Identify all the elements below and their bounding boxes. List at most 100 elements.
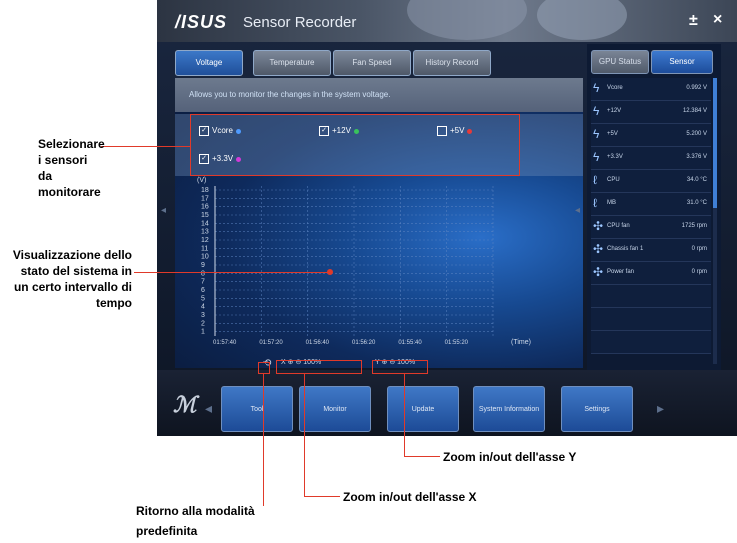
scroll-left-icon[interactable]: ◂ bbox=[161, 205, 166, 216]
close-button[interactable]: × bbox=[713, 11, 722, 29]
sensor-value: 3.376 V bbox=[686, 154, 707, 160]
y-tick-label: 17 bbox=[201, 195, 209, 202]
x-tick-label: 01:56:40 bbox=[306, 340, 330, 346]
callout-line-zoom-x-h bbox=[304, 496, 340, 497]
y-tick-label: 2 bbox=[201, 320, 205, 327]
bolt-icon: ϟ bbox=[593, 81, 600, 95]
nav-prev-icon[interactable]: ◂ bbox=[205, 400, 212, 417]
callout-box-reset bbox=[258, 362, 270, 374]
panel-arrow-icon[interactable]: ◂ bbox=[575, 205, 580, 216]
sensor-row-empty bbox=[591, 308, 711, 331]
x-tick-label: 01:56:20 bbox=[352, 340, 376, 346]
tab-voltage[interactable]: Voltage bbox=[175, 50, 243, 76]
y-tick-label: 18 bbox=[201, 187, 209, 194]
fan-icon: ✣ bbox=[593, 219, 604, 233]
sensor-name: CPU fan bbox=[607, 223, 630, 229]
y-tick-label: 11 bbox=[201, 245, 208, 252]
sensor-name: +12V bbox=[607, 108, 622, 114]
thermometer-icon: ℓ bbox=[593, 196, 597, 210]
tab-temperature[interactable]: Temperature bbox=[253, 50, 331, 76]
app-title: Sensor Recorder bbox=[243, 14, 357, 31]
sensor-value: 34.0 °C bbox=[686, 177, 707, 183]
sensor-row-vcore: ϟ Vcore 0.992 V bbox=[591, 78, 711, 101]
minimize-button[interactable]: ± bbox=[689, 12, 698, 30]
sensor-status-panel: GPU Status Sensor ϟ Vcore 0.992 V ϟ +12V 12.… bbox=[587, 44, 721, 370]
sensor-row-12v: ϟ +12V 12.384 V bbox=[591, 101, 711, 124]
sensor-row-cpu-fan: ✣ CPU fan 1725 rpm bbox=[591, 216, 711, 239]
sensor-recorder-window: /ISUS Sensor Recorder ± × Voltage Temper… bbox=[157, 0, 737, 436]
y-tick-label: 14 bbox=[201, 220, 209, 227]
callout-line-zoom-x bbox=[304, 374, 305, 496]
chart-canvas: (V)18171615141312111098765432101:57:40 01… bbox=[197, 177, 531, 346]
y-tick-label: 13 bbox=[201, 229, 209, 236]
callout-line-visualization bbox=[134, 272, 330, 273]
nav-tool-button[interactable]: Tool bbox=[221, 386, 293, 432]
fan-icon: ✣ bbox=[593, 265, 604, 279]
nav-system-information-button[interactable]: System Information bbox=[473, 386, 545, 432]
callout-box-zoom-x bbox=[276, 360, 362, 374]
annotation-visualization: Visualizzazione dello stato del sistema … bbox=[12, 248, 132, 310]
scrollbar-thumb[interactable] bbox=[713, 78, 717, 208]
bolt-icon: ϟ bbox=[593, 104, 600, 118]
sensor-row-3-3v: ϟ +3.3V 3.376 V bbox=[591, 147, 711, 170]
x-tick-label: 01:57:20 bbox=[259, 340, 283, 346]
sensor-row-mb: ℓ MB 31.0 °C bbox=[591, 193, 711, 216]
sensor-row-empty bbox=[591, 285, 711, 308]
y-tick-label: 4 bbox=[201, 304, 205, 311]
callout-line-zoom-y-h bbox=[404, 456, 440, 457]
sensor-value: 0 rpm bbox=[691, 269, 707, 275]
annotation-zoom-x: Zoom in/out dell'asse X bbox=[343, 490, 477, 504]
nav-settings-button[interactable]: Settings bbox=[561, 386, 633, 432]
sensor-value: 1725 rpm bbox=[681, 223, 707, 229]
sensor-row-cpu: ℓ CPU 34.0 °C bbox=[591, 170, 711, 193]
nav-next-icon[interactable]: ▸ bbox=[657, 400, 664, 417]
nav-update-button[interactable]: Update bbox=[387, 386, 459, 432]
sensor-name: +5V bbox=[607, 131, 618, 137]
x-tick-label: 01:57:40 bbox=[213, 340, 237, 346]
sensor-row-5v: ϟ +5V 5.200 V bbox=[591, 124, 711, 147]
sensor-name: +3.3V bbox=[607, 154, 623, 160]
sensor-row-chassis-fan-1: ✣ Chassis fan 1 0 rpm bbox=[591, 239, 711, 262]
tab-history-record[interactable]: History Record bbox=[413, 50, 491, 76]
annotation-select-sensors: Selezionare i sensori da monitorare bbox=[38, 137, 105, 199]
x-tick-label: 01:55:40 bbox=[398, 340, 422, 346]
tab-sensor[interactable]: Sensor bbox=[651, 50, 713, 74]
x-tick-label: 01:55:20 bbox=[445, 340, 469, 346]
y-axis-unit: (V) bbox=[197, 177, 206, 184]
nav-monitor-button[interactable]: Monitor bbox=[299, 386, 371, 432]
sensor-row-power-fan: ✣ Power fan 0 rpm bbox=[591, 262, 711, 285]
sensor-row-empty bbox=[591, 331, 711, 354]
sensor-name: Chassis fan 1 bbox=[607, 246, 644, 252]
title-bar-glow-2 bbox=[537, 0, 627, 40]
sensor-value: 5.200 V bbox=[686, 131, 707, 137]
callout-line-zoom-y bbox=[404, 374, 405, 456]
callout-box-zoom-y bbox=[372, 360, 428, 374]
x-axis-unit: (Time) bbox=[511, 339, 531, 346]
annotation-zoom-y: Zoom in/out dell'asse Y bbox=[443, 450, 577, 464]
sensor-name: MB bbox=[607, 200, 616, 206]
title-bar-glow bbox=[407, 0, 527, 40]
y-tick-label: 6 bbox=[201, 287, 205, 294]
asus-logo: /ISUS bbox=[175, 12, 228, 32]
y-tick-label: 7 bbox=[201, 279, 205, 286]
sensor-value: 12.384 V bbox=[682, 108, 707, 114]
y-tick-label: 9 bbox=[201, 262, 205, 269]
y-tick-label: 15 bbox=[201, 212, 209, 219]
thermometer-icon: ℓ bbox=[593, 173, 597, 187]
sensor-name: Vcore bbox=[607, 85, 623, 91]
tab-fan-speed[interactable]: Fan Speed bbox=[333, 50, 411, 76]
y-tick-label: 5 bbox=[201, 295, 205, 302]
y-tick-label: 16 bbox=[201, 204, 209, 211]
y-tick-label: 3 bbox=[201, 312, 205, 319]
sensor-value: 0 rpm bbox=[691, 246, 707, 252]
bolt-icon: ϟ bbox=[593, 127, 600, 141]
sensor-value: 0.992 V bbox=[686, 85, 707, 91]
tab-gpu-status[interactable]: GPU Status bbox=[591, 50, 649, 74]
sensor-name: CPU bbox=[607, 177, 620, 183]
sensor-value: 31.0 °C bbox=[686, 200, 707, 206]
sensor-name: Power fan bbox=[607, 269, 635, 275]
y-tick-label: 1 bbox=[201, 329, 205, 336]
voltage-chart: (V) 18 17 16 15 14 13 12 11 10 9 8 7 6 5 4 3 2 1 01:57:40 01… bbox=[193, 176, 553, 346]
y-tick-label: 10 bbox=[201, 254, 209, 261]
callout-box-sensor-selection bbox=[190, 114, 520, 176]
